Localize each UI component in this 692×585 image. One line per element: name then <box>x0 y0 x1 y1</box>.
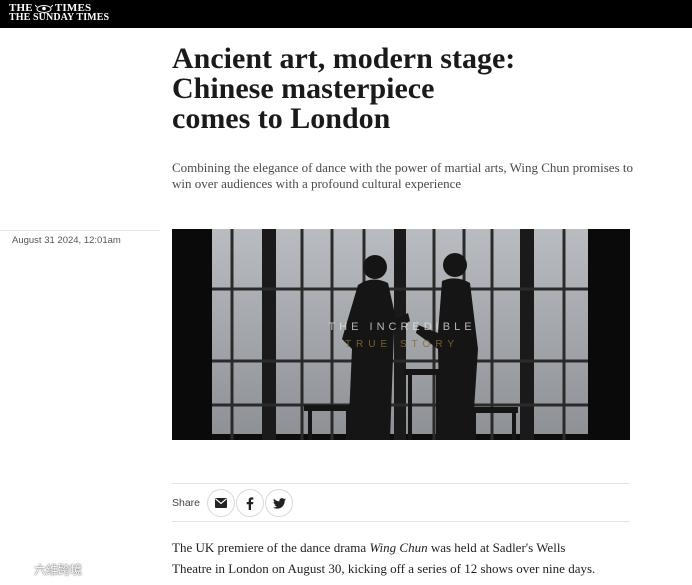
mail-icon <box>215 498 227 508</box>
paragraph-italic-title: Wing Chun <box>369 540 428 555</box>
masthead-sunday-times: THE SUNDAY TIMES <box>9 12 110 23</box>
headline-line-1: Ancient art, modern stage: <box>172 42 516 75</box>
watermark-logo-icon <box>6 562 28 577</box>
article-body: The UK premiere of the dance drama Wing … <box>172 537 642 579</box>
hero-image-graphic: THE INCREDIBLE TRUE STORY <box>172 229 630 440</box>
article-dateline: August 31 2024, 12:01am <box>12 235 121 246</box>
share-divider-bottom <box>172 521 630 522</box>
headline-line-3: comes to London <box>172 102 391 135</box>
facebook-icon <box>246 496 254 510</box>
paragraph-line-2: Theatre in London on August 30, kicking … <box>172 561 596 576</box>
dateline-divider <box>0 230 160 231</box>
hero-overlay-title: THE INCREDIBLE <box>328 321 475 333</box>
top-bar: THE TIMES THE SUNDAY TIMES <box>0 0 692 28</box>
hero-image[interactable]: THE INCREDIBLE TRUE STORY <box>172 229 630 440</box>
watermark: 六维跨境 <box>4 561 82 578</box>
watermark-text: 六维跨境 <box>34 563 83 577</box>
paragraph-text: The UK premiere of the dance drama <box>172 540 370 555</box>
article-standfirst: Combining the elegance of dance with the… <box>172 160 633 191</box>
share-label: Share <box>172 497 201 509</box>
share-divider-top <box>172 483 630 484</box>
twitter-icon <box>272 497 286 509</box>
hero-overlay-subtitle: TRUE STORY <box>345 339 459 350</box>
headline-line-2: Chinese masterpiece <box>172 72 435 105</box>
times-logo[interactable]: THE TIMES THE SUNDAY TIMES <box>9 3 109 23</box>
article-paragraph: The UK premiere of the dance drama Wing … <box>172 537 642 579</box>
article-headline: Ancient art, modern stage: Chinese maste… <box>172 44 642 134</box>
share-twitter-button[interactable] <box>265 489 293 517</box>
paragraph-text-cont: was held at Sadler's Wells <box>427 540 566 555</box>
share-email-button[interactable] <box>207 489 235 517</box>
share-facebook-button[interactable] <box>236 489 264 517</box>
